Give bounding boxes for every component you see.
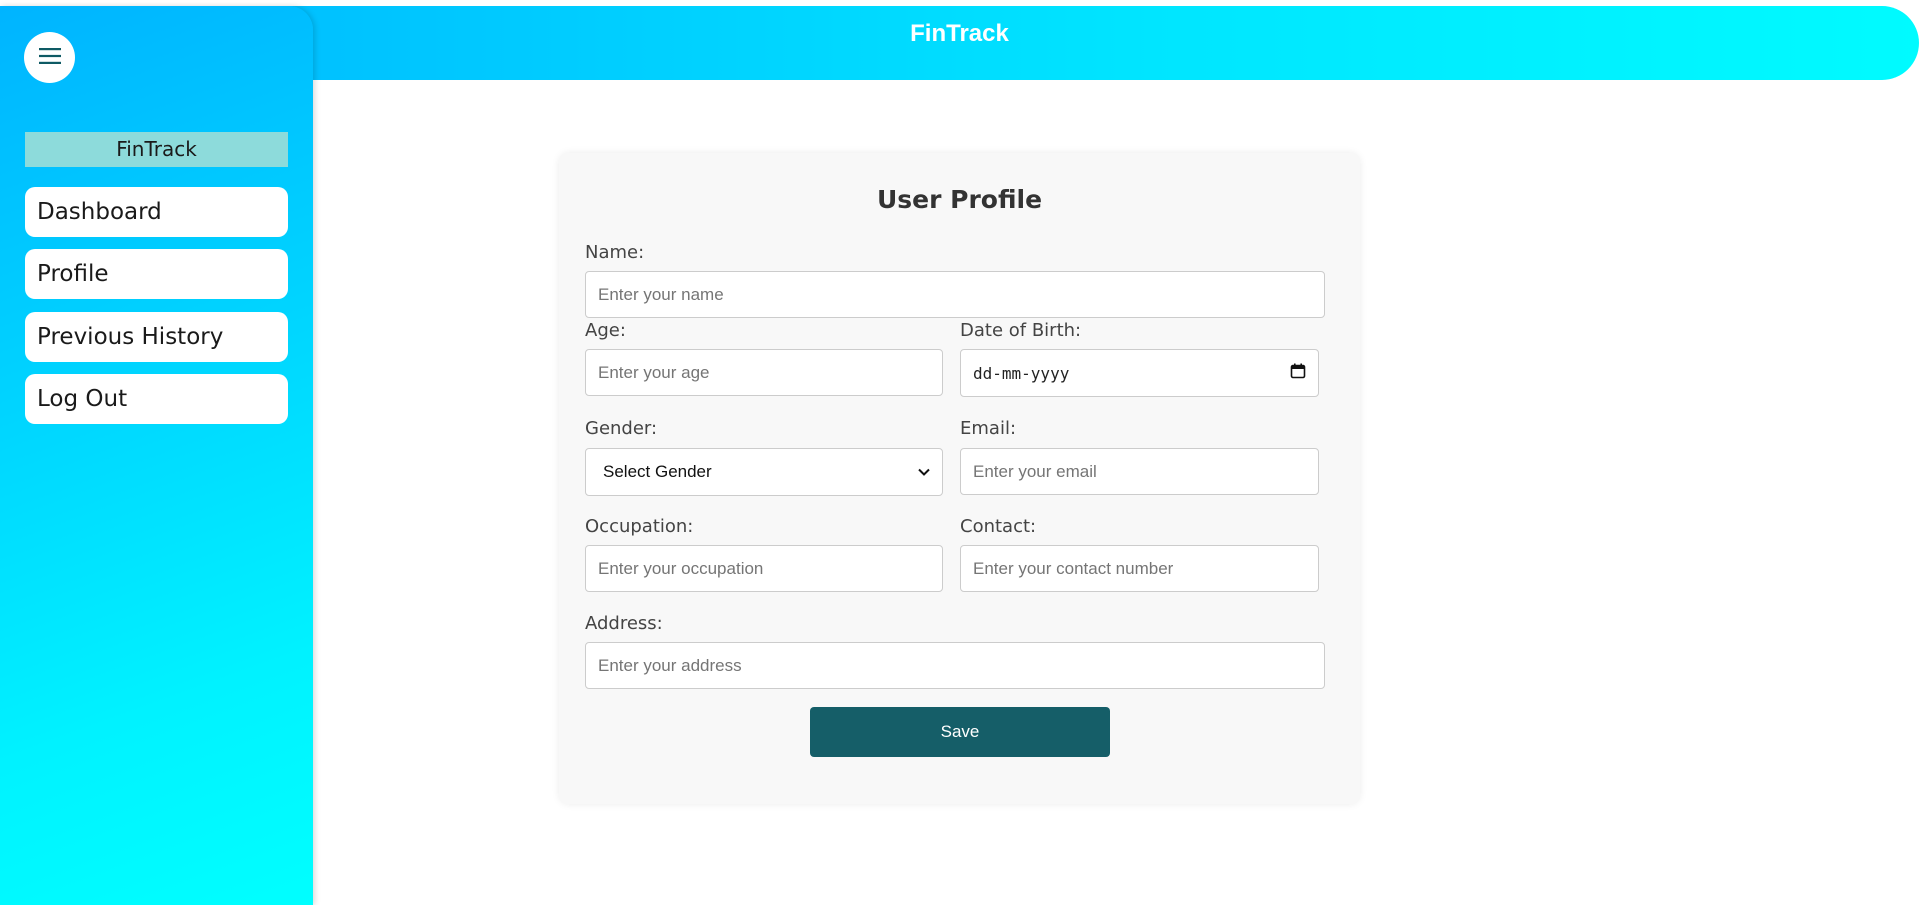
sidebar-item-log-out[interactable]: Log Out: [25, 374, 288, 424]
dob-input[interactable]: dd-mm-yyyy: [960, 349, 1319, 397]
sidebar-brand: FinTrack: [25, 132, 288, 167]
calendar-icon[interactable]: [1290, 363, 1306, 384]
name-input[interactable]: [585, 271, 1325, 318]
hamburger-menu-icon: [38, 48, 61, 67]
form-title: User Profile: [876, 185, 1043, 214]
sidebar-item-dashboard[interactable]: Dashboard: [25, 187, 288, 237]
email-input[interactable]: [960, 448, 1319, 495]
email-label: Email:: [960, 418, 1017, 439]
dob-label: Date of Birth:: [960, 320, 1082, 341]
age-input[interactable]: [585, 349, 943, 396]
age-label: Age:: [585, 320, 626, 341]
address-label: Address:: [585, 613, 663, 634]
gender-selected-value: Select Gender: [603, 462, 712, 481]
sidebar: FinTrack Dashboard Profile Previous Hist…: [0, 6, 313, 905]
address-input[interactable]: [585, 642, 1325, 689]
gender-label: Gender:: [585, 418, 658, 439]
name-label: Name:: [585, 242, 645, 263]
contact-label: Contact:: [960, 516, 1037, 537]
sidebar-item-previous-history[interactable]: Previous History: [25, 312, 288, 362]
user-profile-card: User Profile Name: Age: Date of Birth: d…: [559, 153, 1360, 804]
contact-input[interactable]: [960, 545, 1319, 592]
gender-select[interactable]: Select Gender: [585, 448, 943, 496]
occupation-input[interactable]: [585, 545, 943, 592]
chevron-down-icon: [918, 463, 930, 481]
occupation-label: Occupation:: [585, 516, 694, 537]
sidebar-item-profile[interactable]: Profile: [25, 249, 288, 299]
save-button[interactable]: Save: [810, 707, 1110, 757]
menu-toggle-button[interactable]: [24, 32, 75, 83]
dob-value: dd-mm-yyyy: [973, 363, 1070, 383]
